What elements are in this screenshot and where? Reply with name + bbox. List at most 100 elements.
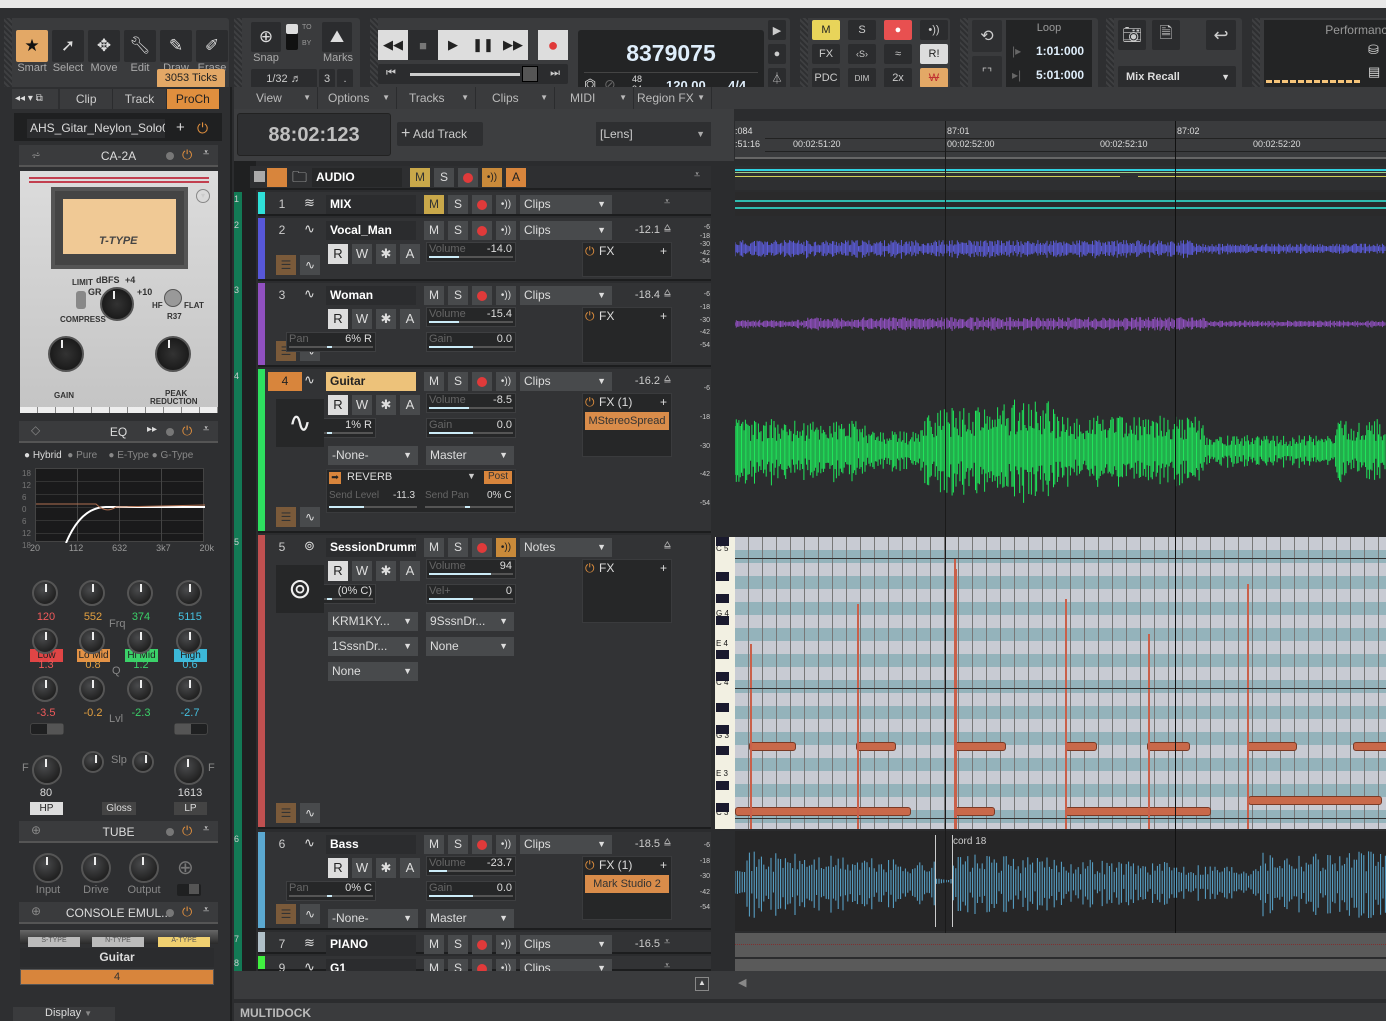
eq-graph[interactable]	[35, 468, 205, 543]
power-icon[interactable]: ⏻	[585, 560, 595, 576]
fx-plugin[interactable]: MStereoSpread	[585, 412, 669, 430]
peak-reduction-knob[interactable]	[155, 336, 191, 372]
power-icon[interactable]: ⏻	[585, 394, 595, 410]
triplet-button[interactable]: 3	[319, 69, 335, 88]
folder-arm-button[interactable]	[458, 168, 478, 187]
fx-plugin[interactable]: Mark Studio 2	[585, 875, 669, 893]
freeze-button[interactable]: ✱	[376, 395, 396, 415]
track-name[interactable]: MIX	[326, 195, 416, 214]
nudge-ticks-button[interactable]: 3053 Ticks	[157, 69, 225, 88]
input-echo-button[interactable]: •))	[496, 538, 516, 557]
collapse-icon[interactable]: ⩠	[664, 373, 671, 386]
mute-button[interactable]: M	[424, 195, 444, 214]
track-header[interactable]: 6 ∿ Bass M S •)) Clips ▼ -18.5 ⩠ R W ✱ A Vol…	[258, 832, 711, 930]
automation-lanes-button[interactable]: ∿	[300, 803, 320, 823]
collapse-icon[interactable]: ⩠	[664, 222, 671, 235]
disk-icon[interactable]: ⛁	[1368, 42, 1379, 58]
read-automation-button[interactable]: R!	[920, 44, 948, 64]
archive-button[interactable]: A	[400, 561, 420, 581]
track-name[interactable]: Vocal_Man	[326, 221, 416, 240]
g1-lane[interactable]	[735, 959, 1386, 971]
lens-dropdown[interactable]: [Lens] ▼	[596, 122, 711, 146]
input-dropdown[interactable]: KRM1KY... ▼	[328, 612, 418, 631]
write-automation-button[interactable]: W	[352, 858, 372, 878]
marks-button[interactable]: ⛰︎	[322, 22, 352, 52]
select-tool-button[interactable]: ➚	[52, 30, 84, 62]
minimize-tracks-icon[interactable]: ▲	[695, 977, 709, 991]
archive-button[interactable]: A	[400, 858, 420, 878]
volume-slider[interactable]: Volume -23.7	[426, 856, 516, 876]
send-level-value[interactable]: -11.3	[393, 490, 415, 501]
write-automation-button[interactable]: W	[352, 244, 372, 264]
input-echo-button[interactable]: •))	[496, 195, 516, 214]
add-module-icon[interactable]: +	[176, 119, 185, 136]
power-icon[interactable]: ⏻	[585, 243, 595, 259]
volume-slider[interactable]: Volume -8.5	[426, 393, 516, 413]
velocity-bar[interactable]	[1065, 599, 1067, 829]
record-arm-button[interactable]	[472, 935, 492, 954]
gloss-button[interactable]: Gloss	[102, 802, 136, 815]
tube-mode-toggle[interactable]	[177, 884, 201, 896]
collapse-icon[interactable]: ⩠	[664, 287, 671, 300]
black-key[interactable]	[716, 616, 729, 625]
position-thumb[interactable]	[522, 66, 538, 82]
piano-roll[interactable]	[735, 537, 1386, 829]
metronome-button[interactable]: ⏃	[768, 68, 786, 88]
folder-solo-button[interactable]: S	[434, 168, 454, 187]
tab-clip[interactable]: Clip	[60, 89, 114, 109]
record-arm-button[interactable]	[472, 835, 492, 854]
output-dropdown[interactable]: 9SssnDr... ▼	[426, 612, 514, 631]
input-echo-button[interactable]: •))	[920, 20, 948, 40]
low-shelf-toggle[interactable]	[30, 723, 64, 735]
input-dropdown[interactable]: -None- ▼	[328, 909, 418, 928]
gain-knob[interactable]	[48, 336, 84, 372]
eq-level-knob[interactable]	[32, 676, 58, 702]
output-dropdown[interactable]: Master ▼	[426, 909, 514, 928]
record-button[interactable]: ●	[538, 30, 568, 60]
add-fx-icon[interactable]: +	[660, 857, 667, 873]
eq-frequency-knob[interactable]	[176, 580, 202, 606]
console-s-type[interactable]: S-TYPE	[28, 937, 80, 947]
black-key[interactable]	[716, 672, 729, 681]
freeze-button[interactable]: ✱	[376, 561, 396, 581]
eq-level-knob[interactable]	[127, 676, 153, 702]
solo-button[interactable]: S	[448, 538, 468, 557]
eq-frequency-knob[interactable]	[32, 580, 58, 606]
read-automation-button[interactable]: R	[328, 561, 348, 581]
global-arm-button[interactable]: ●	[884, 20, 912, 40]
lanes-button[interactable]: ☰	[276, 803, 296, 823]
lanes-button[interactable]: ☰	[276, 904, 296, 924]
power-icon[interactable]: ⏻	[182, 823, 192, 839]
move-tool-button[interactable]: ✥	[88, 30, 120, 62]
edit-filter-dropdown[interactable]: Clips ▼	[520, 286, 612, 305]
velocity-bar[interactable]	[1247, 584, 1249, 829]
module-led[interactable]	[166, 152, 174, 160]
menu-options[interactable]: Options ▼	[318, 87, 397, 109]
r37-switch[interactable]	[164, 289, 182, 307]
black-key[interactable]	[716, 572, 729, 581]
mute-button[interactable]: M	[424, 835, 444, 854]
options-menu-icon[interactable]: ▾	[196, 189, 210, 203]
automation-lanes-button[interactable]: ∿	[300, 255, 320, 275]
volume-slider[interactable]: Volume 94	[426, 559, 516, 579]
mute-button[interactable]: M	[424, 372, 444, 391]
bass-clip-lane[interactable]: cord 18	[735, 831, 1386, 931]
track-header[interactable]: 2 ∿ Vocal_Man M S •)) Clips ▼ -12.1 ⩠ R W ✱ …	[258, 218, 711, 281]
eq-mode-hybrid[interactable]: ● Hybrid	[24, 450, 62, 461]
archive-button[interactable]: A	[400, 395, 420, 415]
menu-view[interactable]: View ▼	[240, 87, 318, 109]
fx-bin[interactable]: ⏻ FX +	[582, 242, 672, 277]
collapse-icon[interactable]: ⩠	[664, 836, 671, 849]
solo-button[interactable]: S	[448, 935, 468, 954]
chevron-down-icon[interactable]: ⩡	[203, 147, 209, 160]
mute-button[interactable]: M	[424, 221, 444, 240]
lp-freq-knob[interactable]	[174, 755, 204, 785]
track-header[interactable]: 3 ∿ Woman M S •)) Clips ▼ -18.4 ⩠ R W ✱ A Vo…	[258, 283, 711, 367]
record-arm-button[interactable]	[472, 195, 492, 214]
notes-button[interactable]: 🗎	[1152, 20, 1180, 50]
meter-mode-knob[interactable]	[100, 287, 134, 321]
mute-button[interactable]: M	[424, 538, 444, 557]
eq-mode-gtype[interactable]: ● G-Type	[152, 450, 194, 461]
edit-filter-dropdown[interactable]: Notes ▼	[520, 538, 612, 557]
lp-slope-knob[interactable]	[132, 751, 154, 773]
